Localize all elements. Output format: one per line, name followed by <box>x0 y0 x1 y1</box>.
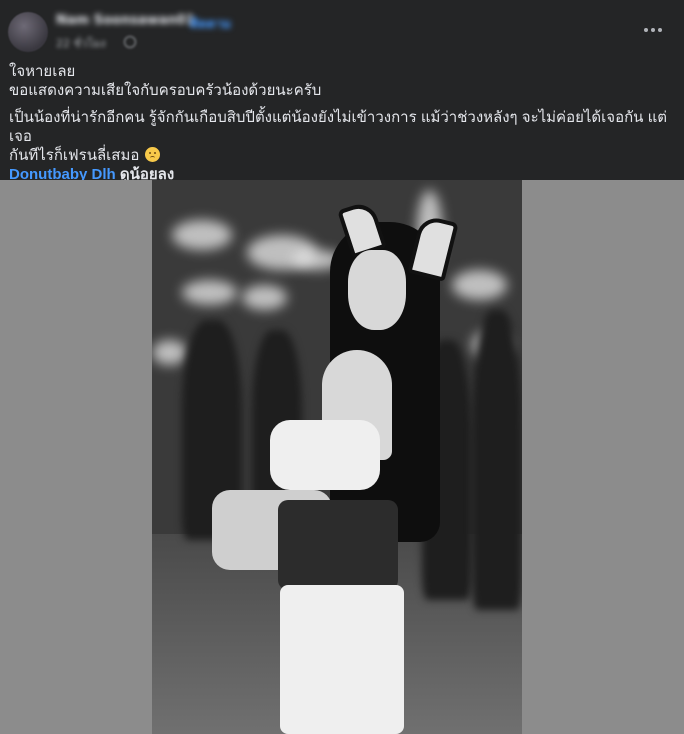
post-photo[interactable] <box>152 180 522 734</box>
post-text-fragment: กันทีไรก็เฟรนลี่เสมอ <box>9 147 140 164</box>
post-text-line: เป็นน้องที่น่ารักอีกคน รู้จักกันเกือบสิบ… <box>9 109 668 145</box>
post-text-line: ใจหายเลย <box>9 63 76 80</box>
post-media <box>0 180 684 734</box>
post-header: Nam Soonsawan01 ติดตาม 22 ชั่วโมง <box>0 0 684 60</box>
post-timestamp[interactable]: 22 ชั่วโมง <box>56 34 106 52</box>
globe-icon <box>124 36 136 48</box>
more-horizontal-icon <box>644 28 662 32</box>
avatar[interactable] <box>8 12 48 52</box>
author-name[interactable]: Nam Soonsawan01 <box>56 13 195 28</box>
feed-post: Nam Soonsawan01 ติดตาม 22 ชั่วโมง ใจหายเ… <box>0 0 684 734</box>
more-options-button[interactable] <box>638 18 668 42</box>
post-text: ใจหายเลย ขอแสดงความเสียใจกับครอบครัวน้อง… <box>9 62 674 184</box>
post-text-line: ขอแสดงความเสียใจกับครอบครัวน้องด้วยนะครั… <box>9 82 322 99</box>
sad-face-emoji-icon <box>145 147 161 162</box>
post-text-line-2: กันทีไรก็เฟรนลี่เสมอ <box>9 146 674 165</box>
follow-link[interactable]: ติดตาม <box>190 13 231 34</box>
